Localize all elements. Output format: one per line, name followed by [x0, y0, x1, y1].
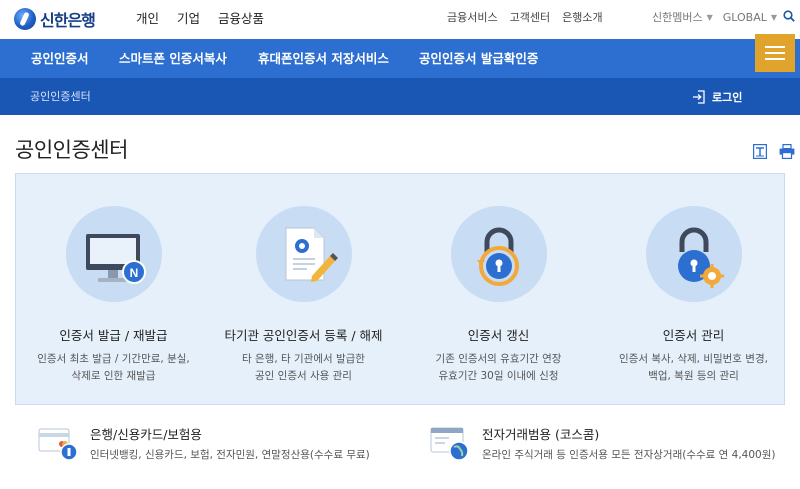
card-manage[interactable]: 인증서 관리 인증서 복사, 삭제, 비밀번호 변경, 백업, 복원 등의 관리 — [596, 174, 791, 385]
card-description: 인증서 최초 발급 / 기간만료, 분실, 삭제로 인한 재발급 — [37, 353, 190, 382]
page-tools — [753, 144, 795, 159]
card-issue[interactable]: N 인증서 발급 / 재발급 인증서 최초 발급 / 기간만료, 분실, 삭제로 … — [16, 174, 211, 385]
nav-customer-center[interactable]: 고객센터 — [510, 9, 550, 25]
nav-bank-intro[interactable]: 은행소개 — [562, 9, 602, 25]
hamburger-menu-button[interactable] — [755, 34, 795, 72]
hamburger-line — [765, 46, 785, 48]
chevron-down-icon: ▼ — [770, 12, 778, 22]
logo-mark-icon — [14, 8, 36, 30]
login-button[interactable]: 로그인 — [692, 78, 742, 115]
shinhan-logo[interactable]: 신한은행 — [14, 7, 96, 31]
nav-financial-services[interactable]: 금융서비스 — [447, 9, 498, 25]
login-label: 로그인 — [712, 90, 743, 104]
top-bar: 신한은행 개인 기업 금융상품 금융서비스 고객센터 은행소개 신한멤버스 ▼ … — [0, 0, 800, 39]
menu-issue-confirmation[interactable]: 공인인증서 발급확인증 — [419, 39, 538, 78]
secondary-nav: 금융서비스 고객센터 은행소개 — [447, 0, 615, 34]
primary-nav: 개인 기업 금융상품 — [136, 0, 282, 34]
lock-gear-icon — [645, 206, 742, 302]
bottom-item-title: 은행/신용카드/보험용 — [90, 427, 202, 442]
bottom-item-title: 전자거래범용 (코스콤) — [482, 427, 600, 442]
menu-certificate[interactable]: 공인인증서 — [31, 39, 89, 78]
nav-personal[interactable]: 개인 — [136, 8, 159, 27]
nav-business[interactable]: 기업 — [177, 8, 200, 27]
main-menu: 공인인증서 스마트폰 인증서복사 휴대폰인증서 저장서비스 공인인증서 발급확인… — [0, 39, 800, 78]
chevron-down-icon: ▼ — [706, 12, 713, 22]
hamburger-line — [765, 52, 785, 54]
card-description: 인증서 복사, 삭제, 비밀번호 변경, 백업, 복원 등의 관리 — [619, 353, 768, 382]
certificate-services-panel: N 인증서 발급 / 재발급 인증서 최초 발급 / 기간만료, 분실, 삭제로 … — [15, 173, 785, 405]
logo-text: 신한은행 — [40, 11, 96, 30]
breadcrumb: 공인인증센터 — [30, 90, 91, 103]
bottom-item-description: 인터넷뱅킹, 신용카드, 보험, 전자민원, 연말정산용(수수료 무료) — [90, 449, 370, 461]
globe-window-icon — [430, 427, 469, 461]
login-icon — [693, 89, 705, 104]
hamburger-line — [765, 58, 785, 60]
card-description: 타 은행, 타 기관에서 발급한 공인 인증서 사용 관리 — [242, 353, 365, 382]
menu-phone-storage[interactable]: 휴대폰인증서 저장서비스 — [258, 39, 389, 78]
card-renew[interactable]: 인증서 갱신 기존 인증서의 유효기간 연장 유효기간 30일 이내에 신청 — [401, 174, 596, 385]
utility-nav: 신한멤버스 ▼ GLOBAL ▼ — [652, 0, 787, 34]
lock-refresh-icon — [450, 206, 547, 302]
card-title: 인증서 관리 — [662, 328, 725, 343]
card-description: 기존 인증서의 유효기간 연장 유효기간 30일 이내에 신청 — [435, 353, 562, 382]
nav-products[interactable]: 금융상품 — [218, 8, 264, 27]
page-title: 공인인증센터 — [15, 138, 128, 162]
card-title: 인증서 갱신 — [467, 328, 530, 343]
card-icon — [38, 428, 78, 461]
global-link[interactable]: GLOBAL — [723, 11, 767, 24]
card-title: 인증서 발급 / 재발급 — [59, 328, 168, 343]
sub-bar: 공인인증센터 로그인 — [0, 78, 800, 115]
print-icon[interactable] — [779, 144, 795, 159]
svg-text:N: N — [129, 266, 138, 280]
card-title: 타기관 공인인증서 등록 / 해제 — [224, 328, 383, 343]
document-pen-icon — [255, 206, 352, 302]
shinhan-members-link[interactable]: 신한멤버스 — [652, 9, 703, 25]
bottom-item-description: 온라인 주식거래 등 인증서용 모든 전자상거래(수수료 연 4,400원) — [482, 449, 776, 461]
search-icon[interactable] — [783, 10, 795, 22]
card-register[interactable]: 타기관 공인인증서 등록 / 해제 타 은행, 타 기관에서 발급한 공인 인증서… — [206, 174, 401, 385]
menu-smartphone-copy[interactable]: 스마트폰 인증서복사 — [119, 39, 227, 78]
text-size-icon[interactable] — [753, 144, 767, 159]
monitor-icon: N — [65, 206, 162, 302]
